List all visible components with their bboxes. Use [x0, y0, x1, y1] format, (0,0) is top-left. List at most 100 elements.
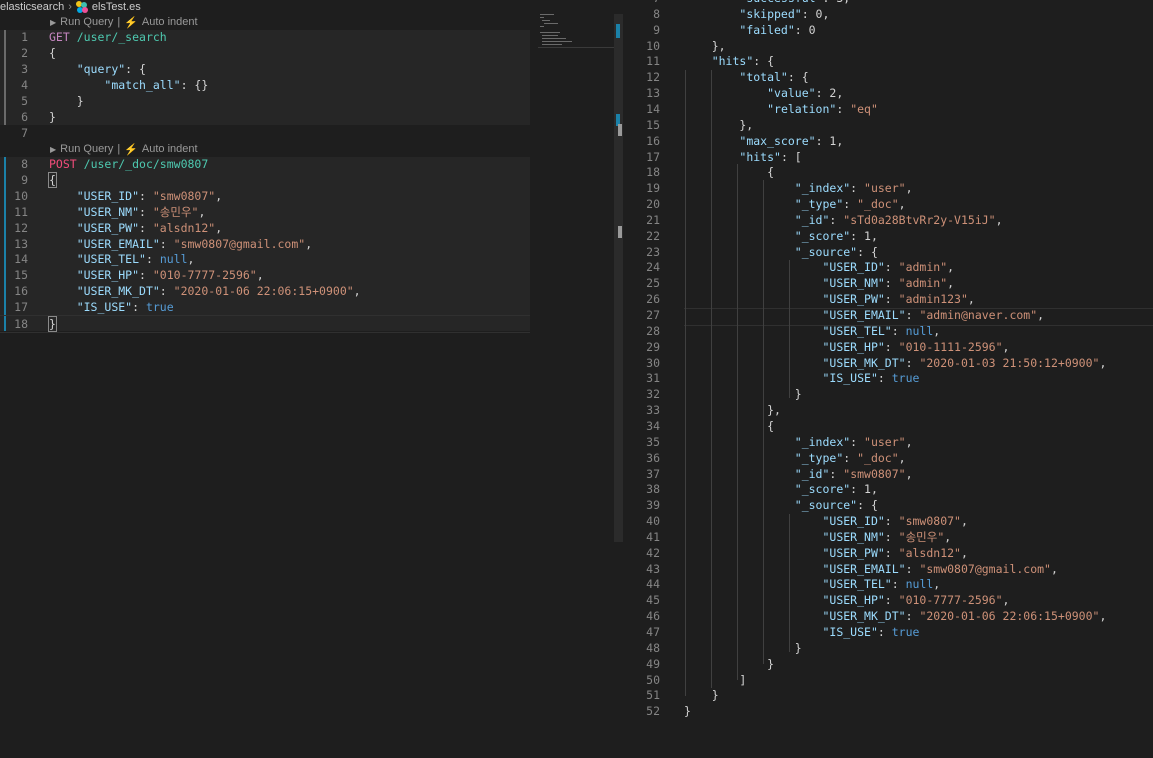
auto-indent-link[interactable]: Auto indent: [142, 143, 198, 155]
code-line[interactable]: 52}: [622, 704, 1153, 720]
code-line[interactable]: 48 }: [622, 641, 1153, 657]
line-number: 47: [646, 625, 660, 639]
code-line[interactable]: 5 }: [0, 93, 530, 109]
code-line[interactable]: 25 "USER_NM": "admin",: [622, 276, 1153, 292]
code-line[interactable]: 9{: [0, 171, 530, 188]
code-token: "admin": [898, 276, 948, 291]
auto-indent-link[interactable]: Auto indent: [142, 16, 198, 28]
line-number: 8: [21, 157, 28, 171]
code-line[interactable]: 17 "IS_USE": true: [0, 299, 530, 315]
code-line[interactable]: 19 "_index": "user",: [622, 181, 1153, 197]
code-line[interactable]: 49 }: [622, 657, 1153, 673]
code-text: "USER_EMAIL": "smw0807@gmail.com",: [49, 236, 312, 252]
code-line[interactable]: 2{: [0, 45, 530, 61]
code-text: "failed": 0: [684, 23, 815, 39]
code-line[interactable]: 35 "_index": "user",: [622, 435, 1153, 451]
code-token: },: [684, 38, 726, 53]
code-line[interactable]: 33 },: [622, 403, 1153, 419]
code-line[interactable]: 12 "USER_PW": "alsdn12",: [0, 220, 530, 236]
code-line[interactable]: 23 "_source": {: [622, 245, 1153, 261]
code-line[interactable]: 16 "USER_MK_DT": "2020-01-06 22:06:15+09…: [0, 283, 530, 299]
code-line[interactable]: 8 POST /user/_doc/smw0807: [0, 156, 530, 172]
code-line[interactable]: 10 },: [622, 39, 1153, 55]
code-line[interactable]: 6}: [0, 109, 530, 125]
code-line[interactable]: 14 "USER_TEL": null,: [0, 251, 530, 267]
code-line[interactable]: 13 "USER_EMAIL": "smw0807@gmail.com",: [0, 236, 530, 252]
code-line[interactable]: 13 "value": 2,: [622, 86, 1153, 102]
run-query-link[interactable]: Run Query: [60, 16, 113, 28]
code-token: "query": [76, 62, 126, 76]
code-line[interactable]: 27 "USER_EMAIL": "admin@naver.com",: [622, 308, 1153, 324]
code-line[interactable]: 12 "total": {: [622, 70, 1153, 86]
code-line[interactable]: 26 "USER_PW": "admin123",: [622, 292, 1153, 308]
code-line[interactable]: 7: [0, 125, 530, 141]
code-line[interactable]: 4 "match_all": {}: [0, 77, 530, 93]
code-line[interactable]: 31 "IS_USE": true: [622, 371, 1153, 387]
code-line[interactable]: 29 "USER_HP": "010-1111-2596",: [622, 340, 1153, 356]
code-line[interactable]: 10 "USER_ID": "smw0807",: [0, 188, 530, 204]
code-line[interactable]: 24 "USER_ID": "admin",: [622, 260, 1153, 276]
code-text: "hits": [: [684, 150, 801, 166]
code-line[interactable]: 1 GET /user/_search: [0, 29, 530, 45]
code-line[interactable]: 34 {: [622, 419, 1153, 435]
minimap[interactable]: [538, 12, 616, 52]
code-line[interactable]: 51 }: [622, 688, 1153, 704]
code-line[interactable]: 38 "_score": 1,: [622, 482, 1153, 498]
breadcrumb-file[interactable]: elsTest.es: [92, 1, 141, 13]
code-text: "IS_USE": true: [684, 625, 919, 641]
code-line[interactable]: 37 "_id": "smw0807",: [622, 467, 1153, 483]
code-token: "_score": [794, 482, 851, 497]
code-line[interactable]: 17 "hits": [: [622, 150, 1153, 166]
code-line[interactable]: 20 "_type": "_doc",: [622, 197, 1153, 213]
code-line[interactable]: 30 "USER_MK_DT": "2020-01-03 21:50:12+09…: [622, 356, 1153, 372]
code-line[interactable]: 15 },: [622, 118, 1153, 134]
code-line[interactable]: 43 "USER_EMAIL": "smw0807@gmail.com",: [622, 562, 1153, 578]
line-number: 32: [646, 387, 660, 402]
line-number: 12: [646, 70, 660, 85]
code-token: ,: [995, 212, 1003, 227]
code-line[interactable]: 36 "_type": "_doc",: [622, 451, 1153, 467]
code-line[interactable]: 18}: [0, 315, 530, 333]
code-line[interactable]: 14 "relation": "eq": [622, 102, 1153, 118]
code-line[interactable]: 21 "_id": "sTd0a28BtvRr2y-V15iJ",: [622, 213, 1153, 229]
code-line[interactable]: 42 "USER_PW": "alsdn12",: [622, 546, 1153, 562]
code-line[interactable]: 45 "USER_HP": "010-7777-2596",: [622, 593, 1153, 609]
code-line[interactable]: 46 "USER_MK_DT": "2020-01-06 22:06:15+09…: [622, 609, 1153, 625]
code-token: "USER_HP": [822, 593, 885, 608]
code-line[interactable]: 50 ]: [622, 673, 1153, 689]
line-number: 38: [646, 482, 660, 497]
code-line[interactable]: 41 "USER_NM": "송민우",: [622, 530, 1153, 546]
code-token: :: [877, 625, 892, 639]
code-line[interactable]: 18 {: [622, 165, 1153, 181]
response-editor[interactable]: 7 "successful": 3,8 "skipped": 0,9 "fail…: [622, 0, 1153, 758]
code-line[interactable]: 44 "USER_TEL": null,: [622, 577, 1153, 593]
code-line[interactable]: 8 "skipped": 0,: [622, 7, 1153, 23]
code-line[interactable]: 11 "USER_NM": "송민우",: [0, 204, 530, 220]
code-line[interactable]: 15 "USER_HP": "010-7777-2596",: [0, 267, 530, 283]
run-query-link[interactable]: Run Query: [60, 143, 113, 155]
code-line[interactable]: 28 "USER_TEL": null,: [622, 324, 1153, 340]
code-line[interactable]: 9 "failed": 0: [622, 23, 1153, 39]
code-line[interactable]: 39 "_source": {: [622, 498, 1153, 514]
code-token: "USER_HP": [76, 268, 140, 283]
code-line[interactable]: 7 "successful": 3,: [622, 0, 1153, 7]
code-line[interactable]: 22 "_score": 1,: [622, 229, 1153, 245]
code-token: "_id": [794, 212, 830, 227]
request-editor[interactable]: ▶ Run Query | ⚡ Auto indent ▶ Run Query …: [0, 14, 610, 758]
code-line[interactable]: 32 }: [622, 387, 1153, 403]
breadcrumb: elasticsearch › elsTest.es: [0, 0, 610, 13]
code-text: "USER_MK_DT": "2020-01-06 22:06:15+0900"…: [684, 609, 1106, 625]
code-line[interactable]: 11 "hits": {: [622, 54, 1153, 70]
code-line[interactable]: 47 "IS_USE": true: [622, 625, 1153, 641]
code-text: {: [48, 171, 57, 188]
breadcrumb-folder[interactable]: elasticsearch: [0, 1, 64, 13]
code-line[interactable]: 40 "USER_ID": "smw0807",: [622, 514, 1153, 530]
codelens-request-2: ▶ Run Query | ⚡ Auto indent: [50, 142, 198, 156]
code-line[interactable]: 3 "query": {: [0, 61, 530, 77]
code-line[interactable]: 16 "max_score": 1,: [622, 134, 1153, 150]
